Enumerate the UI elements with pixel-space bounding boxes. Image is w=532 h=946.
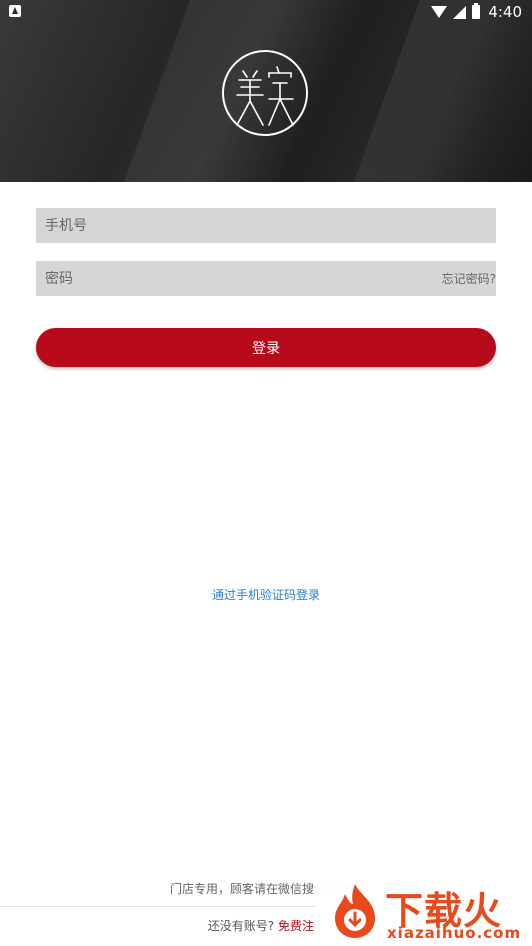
header-decoration — [325, 0, 532, 182]
password-field[interactable]: 忘记密码? — [36, 261, 496, 296]
forgot-password-link[interactable]: 忘记密码? — [442, 270, 496, 287]
phone-input[interactable] — [36, 208, 496, 243]
sms-login-link[interactable]: 通过手机验证码登录 — [0, 586, 532, 603]
status-bar: 4:40 — [0, 0, 532, 24]
signal-icon — [453, 5, 467, 19]
watermark-domain: xiazaihuo.com — [387, 924, 522, 942]
header-banner: 4:40 — [0, 0, 532, 182]
flame-icon — [335, 884, 375, 938]
phone-field[interactable] — [36, 208, 496, 243]
wifi-icon — [431, 6, 448, 18]
battery-icon — [472, 3, 481, 19]
notification-icon — [9, 5, 21, 17]
watermark: 下载火 xiazaihuo.com — [315, 878, 532, 946]
status-time: 4:40 — [488, 3, 522, 21]
password-input[interactable] — [36, 261, 496, 296]
brand-logo — [222, 50, 308, 136]
no-account-text: 还没有账号? — [207, 919, 275, 933]
register-row: 还没有账号? 免费注 — [208, 917, 314, 934]
register-link[interactable]: 免费注 — [278, 919, 314, 933]
status-icons: 4:40 — [431, 2, 522, 22]
login-button[interactable]: 登录 — [36, 328, 496, 367]
